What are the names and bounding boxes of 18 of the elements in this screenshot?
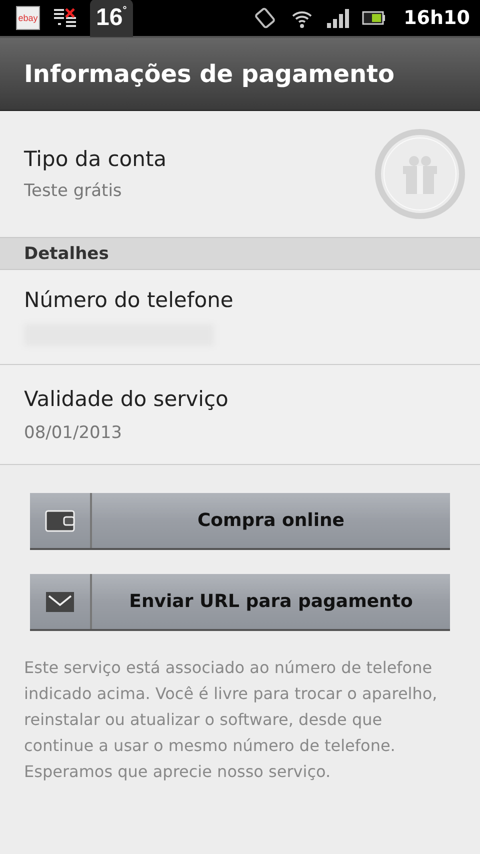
clock-time: 16h10 xyxy=(404,7,470,29)
info-paragraph: Este serviço está associado ao número de telefone indicado acima. Você é livre para trocar o aparelho, reinstalar ou atualizar o software, desde que continue a usar o mesmo número de telefone. Esperamos que aprecie nosso serviço. xyxy=(24,657,438,783)
battery-icon xyxy=(362,10,386,26)
wallet-icon xyxy=(44,508,76,532)
gift-icon xyxy=(374,128,466,220)
detail-label: Validade do serviço xyxy=(24,386,230,410)
temperature-badge: 16$^{°}$ xyxy=(90,0,133,37)
account-type-value: Teste grátis xyxy=(24,181,123,201)
mail-icon xyxy=(45,590,75,612)
detail-label: Número do telefone xyxy=(24,288,234,312)
screen-title: Informações de pagamento xyxy=(24,60,395,88)
action-button[interactable]: Enviar URL para pagamento xyxy=(30,574,450,631)
ebay-notification-icon: ebay xyxy=(16,6,40,30)
account-type-label: Tipo da conta xyxy=(24,147,167,171)
section-title: Detalhes xyxy=(24,244,109,264)
action-button[interactable]: Compra online xyxy=(30,493,450,550)
detail-value: 08/01/2013 xyxy=(24,422,123,442)
signal-icon xyxy=(326,7,350,29)
